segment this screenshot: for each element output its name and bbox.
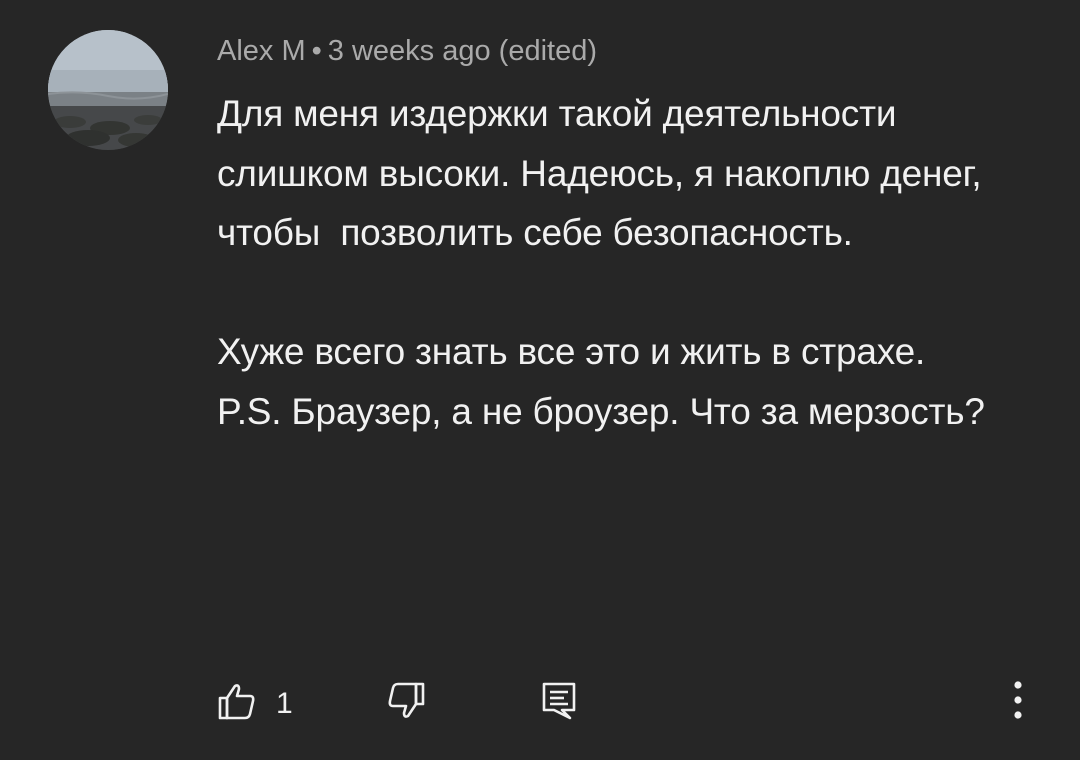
comment-meta: Alex M • 3 weeks ago (edited) [217, 31, 597, 71]
author-name[interactable]: Alex M [217, 35, 306, 67]
dislike-button[interactable] [385, 680, 427, 727]
reply-comment-icon [540, 680, 578, 727]
meta-separator: • [311, 35, 322, 67]
more-options-button[interactable] [1010, 676, 1026, 729]
comment-time[interactable]: 3 weeks ago (edited) [328, 35, 597, 67]
comment-text: Для меня издержки такой деятельности сли… [217, 93, 985, 432]
avatar[interactable] [48, 30, 168, 150]
thumbs-down-icon [385, 680, 427, 727]
like-count: 1 [276, 686, 293, 720]
avatar-image [48, 30, 168, 150]
thumbs-up-icon [216, 680, 258, 727]
more-vertical-icon [1010, 676, 1026, 729]
reply-button[interactable] [540, 680, 578, 727]
like-button[interactable]: 1 [216, 680, 293, 727]
